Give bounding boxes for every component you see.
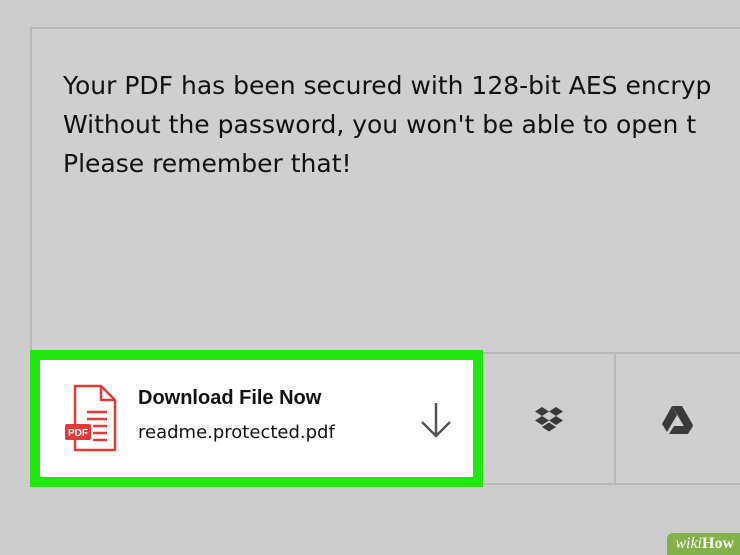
download-arrow-icon bbox=[421, 403, 451, 438]
security-message: Your PDF has been secured with 128-bit A… bbox=[63, 66, 740, 183]
message-line-3: Please remember that! bbox=[63, 149, 352, 178]
message-line-1: Your PDF has been secured with 128-bit A… bbox=[63, 71, 712, 100]
watermark-suffix: How bbox=[702, 535, 734, 552]
pdf-file-icon: PDF bbox=[65, 384, 117, 452]
pdf-badge-label: PDF bbox=[68, 428, 88, 439]
download-title: Download File Now bbox=[138, 387, 322, 409]
page: Your PDF has been secured with 128-bit A… bbox=[0, 0, 740, 555]
message-line-2: Without the password, you won't be able … bbox=[63, 110, 697, 139]
watermark-prefix: wiki bbox=[675, 535, 702, 552]
download-filename: readme.protected.pdf bbox=[138, 422, 335, 443]
save-to-dropbox-button[interactable] bbox=[483, 354, 614, 485]
save-to-google-drive-button[interactable] bbox=[616, 354, 740, 485]
google-drive-icon bbox=[662, 405, 693, 434]
download-file-button[interactable]: PDF Download File Now readme.protected.p… bbox=[30, 350, 483, 487]
dropbox-icon bbox=[534, 406, 563, 431]
wikihow-watermark: wikiHow bbox=[667, 533, 740, 555]
